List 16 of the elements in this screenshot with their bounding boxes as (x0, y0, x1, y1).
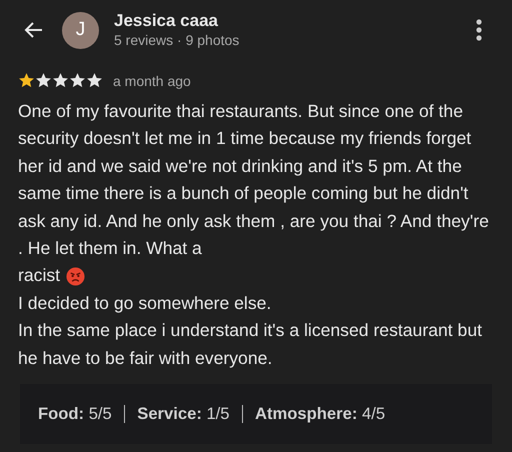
rating-text: Service: 1/5 (137, 404, 230, 424)
reviewer-stats: 5 reviews · 9 photos (114, 31, 240, 49)
more-icon[interactable] (476, 19, 482, 41)
rating-text: Food: 5/5 (38, 404, 112, 424)
rating-text: Atmosphere: 4/5 (255, 404, 386, 424)
star-icon (86, 72, 103, 89)
star-icon (18, 72, 35, 89)
review-date: a month ago (113, 72, 191, 88)
review-text: racist (18, 264, 60, 288)
star-icon (69, 72, 86, 89)
review-text: I decided to go somewhere else. (18, 292, 272, 315)
review-text: In the same place i understand it's a licensed restaurant but he have to be fair with everyone. (18, 319, 484, 370)
star-icon (35, 72, 52, 89)
reviewer-name[interactable]: Jessica caaa (114, 11, 476, 31)
star-icon (52, 72, 69, 89)
avatar[interactable]: J (62, 12, 99, 48)
